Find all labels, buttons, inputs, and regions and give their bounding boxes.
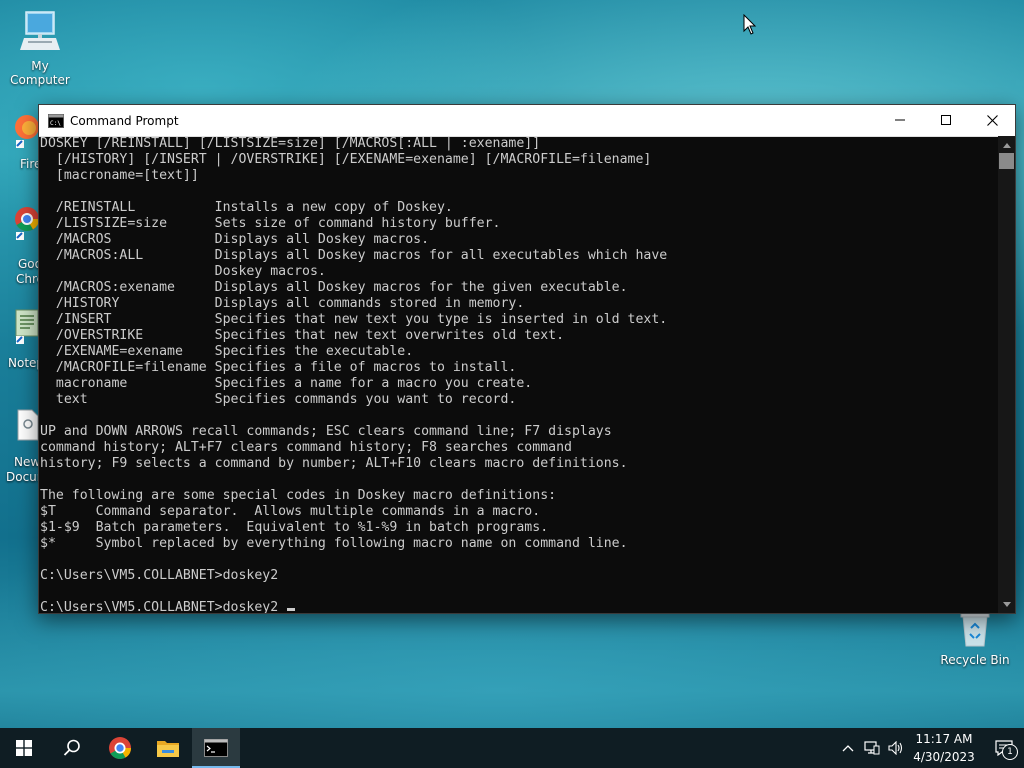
monitor-icon: [0, 10, 80, 57]
clock-date: 4/30/2023: [913, 750, 975, 764]
document-desktop-icon[interactable]: [16, 408, 40, 446]
notification-count-badge: 1: [1002, 744, 1018, 760]
notepad-desktop-icon[interactable]: [14, 308, 40, 348]
console-text: DOSKEY [/REINSTALL] [/LISTSIZE=size] [/M…: [40, 136, 998, 613]
recycle-bin-icon: [935, 610, 1015, 651]
command-prompt-icon: [204, 739, 228, 757]
search-button[interactable]: [48, 728, 96, 768]
taskbar-clock[interactable]: 11:17 AM 4/30/2023: [912, 730, 976, 766]
show-hidden-icons-button[interactable]: [836, 728, 860, 768]
desktop-icon-label: My Computer: [10, 59, 70, 87]
firefox-icon[interactable]: [14, 114, 40, 152]
file-explorer-icon: [157, 741, 179, 757]
taskbar-command-prompt[interactable]: [192, 728, 240, 768]
desktop-icon-my-computer[interactable]: My Computer: [0, 10, 80, 87]
mouse-cursor-icon: [743, 13, 757, 40]
volume-button[interactable]: [884, 728, 908, 768]
window-titlebar[interactable]: C:\ Command Prompt: [39, 105, 1015, 137]
chevron-up-icon: [1002, 142, 1011, 148]
command-prompt-icon: C:\: [48, 113, 64, 128]
start-icon: [16, 740, 32, 756]
desktop-icon-label: New: [14, 455, 41, 469]
svg-text:C:\: C:\: [50, 120, 61, 127]
close-button[interactable]: [969, 105, 1015, 135]
network-icon: [864, 741, 880, 755]
console-lines: DOSKEY [/REINSTALL] [/LISTSIZE=size] [/M…: [40, 136, 668, 583]
clock-time: 11:17 AM: [915, 732, 973, 746]
minimize-button[interactable]: [877, 105, 923, 135]
maximize-button[interactable]: [923, 105, 969, 135]
command-prompt-window[interactable]: C:\ Command Prompt DOSKEY [/REINSTALL] […: [38, 104, 1016, 614]
taskbar-chrome[interactable]: [96, 728, 144, 768]
scroll-thumb[interactable]: [999, 153, 1014, 169]
desktop-icon-recycle-bin[interactable]: Recycle Bin: [935, 610, 1015, 667]
volume-icon: [888, 741, 903, 755]
taskbar: 11:17 AM 4/30/2023 1: [0, 728, 1024, 768]
maximize-icon: [941, 115, 951, 125]
start-button[interactable]: [0, 728, 48, 768]
window-title: Command Prompt: [70, 113, 179, 128]
taskbar-file-explorer[interactable]: [144, 728, 192, 768]
minimize-icon: [895, 119, 905, 121]
system-tray: 11:17 AM 4/30/2023 1: [836, 728, 1024, 768]
chevron-down-icon: [1002, 601, 1011, 607]
network-button[interactable]: [860, 728, 884, 768]
search-icon: [63, 739, 80, 756]
scroll-down-button[interactable]: [998, 596, 1015, 613]
chrome-icon: [109, 737, 131, 759]
close-icon: [986, 114, 998, 126]
prompt-line: C:\Users\VM5.COLLABNET>doskey2: [40, 600, 287, 613]
chrome-desktop-icon[interactable]: [14, 206, 40, 244]
action-center-button[interactable]: 1: [984, 728, 1024, 768]
text-cursor: [287, 608, 296, 611]
vertical-scrollbar[interactable]: [998, 136, 1015, 613]
chevron-up-icon: [842, 745, 854, 752]
console-output[interactable]: DOSKEY [/REINSTALL] [/LISTSIZE=size] [/M…: [39, 136, 998, 613]
scroll-up-button[interactable]: [998, 136, 1015, 153]
desktop-icon-label: Recycle Bin: [940, 653, 1010, 667]
